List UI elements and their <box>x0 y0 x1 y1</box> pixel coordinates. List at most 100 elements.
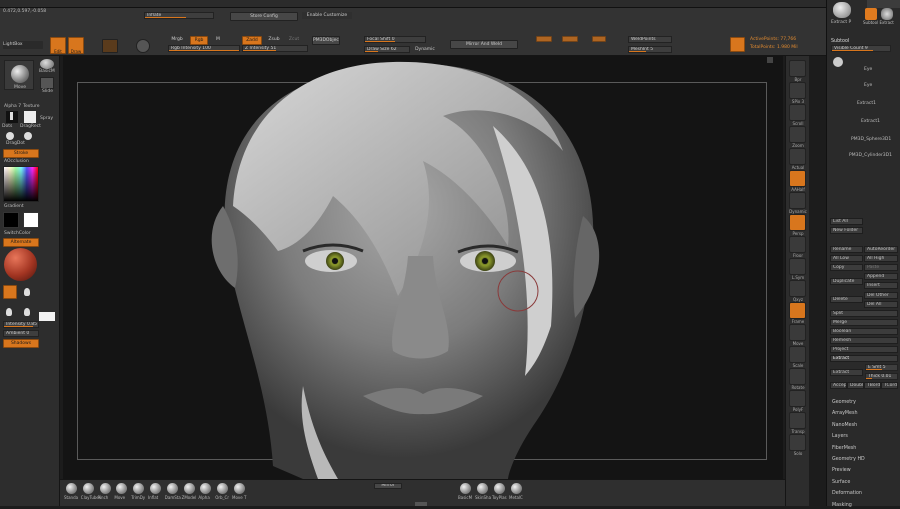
meshint-slider[interactable]: MeshInt 5 <box>628 46 672 53</box>
shelf-l-sym-button[interactable] <box>789 258 806 275</box>
visible-count-slider[interactable]: Visible Count 9 <box>831 45 891 52</box>
mrgb-button[interactable]: Mrgb <box>168 36 186 43</box>
paste-button[interactable]: Paste <box>864 264 898 271</box>
shelf-zoom-button[interactable] <box>789 126 806 143</box>
shelf-persp-button[interactable] <box>789 214 806 231</box>
remesh-menu[interactable]: Remesh <box>830 337 898 344</box>
extract-button[interactable]: Extract <box>830 369 863 376</box>
snap-toggle[interactable] <box>592 36 606 42</box>
subtool-extract-icon[interactable] <box>865 8 877 20</box>
drag-icon[interactable] <box>24 132 32 140</box>
tool-thumbnail-icon[interactable] <box>833 2 851 18</box>
accept-button[interactable]: Accept <box>830 382 847 389</box>
new-folder-button[interactable]: New Folder <box>830 227 863 234</box>
subtool-list[interactable]: Eye Eye Extract1 Extract1 PM3D_Sphere3D1… <box>831 55 897 170</box>
transpose-toggle[interactable] <box>562 36 578 42</box>
thick-slider[interactable]: Thick 0.01 <box>865 373 898 380</box>
extract-menu[interactable]: Extract <box>830 355 898 362</box>
zcut-button[interactable]: Zcut <box>285 36 303 43</box>
brush-damsta-icon[interactable] <box>166 483 178 494</box>
brush-inflat-icon[interactable] <box>150 483 161 494</box>
shelf-frame-button[interactable] <box>789 302 806 319</box>
material-toyplas-icon[interactable] <box>494 483 505 494</box>
light-bulb-icon[interactable] <box>3 285 17 299</box>
ambient-slider[interactable]: Ambient 0 <box>3 330 39 337</box>
edit-mode-button[interactable]: Edit <box>50 37 66 54</box>
all-high-button[interactable]: All High <box>864 255 898 262</box>
shadows-button[interactable]: Shadows <box>3 339 39 348</box>
rgb-button[interactable]: Rgb <box>190 36 208 45</box>
shelf-qxyz-button[interactable] <box>789 280 806 297</box>
dynamic-button[interactable]: Dynamic <box>412 46 438 53</box>
brush-alpha-icon[interactable] <box>200 483 212 494</box>
delete-button[interactable]: Delete <box>830 296 863 303</box>
auto-reorder-button[interactable]: AutoReorder <box>864 246 898 253</box>
material-basicm-icon[interactable] <box>460 483 471 494</box>
alpha-slot[interactable] <box>6 111 18 123</box>
section-geometry[interactable]: Geometry <box>832 399 856 406</box>
section-masking[interactable]: Masking <box>832 502 852 509</box>
lightbox-button[interactable]: LightBox <box>3 41 43 49</box>
z-intensity-slider[interactable]: Z Intensity 51 <box>242 45 308 52</box>
material-sphere[interactable] <box>4 248 37 281</box>
shelf-aahalf-button[interactable] <box>789 170 806 187</box>
rgb-intensity-slider[interactable]: Rgb Intensity 100 <box>168 45 240 52</box>
rename-button[interactable]: Rename <box>830 246 863 253</box>
split-menu[interactable]: Split <box>830 310 898 317</box>
scale-icon[interactable] <box>136 39 150 53</box>
m-button[interactable]: M <box>212 36 224 43</box>
shelf-floor-button[interactable] <box>789 236 806 253</box>
color-picker[interactable] <box>3 166 39 202</box>
focal-shift-slider[interactable]: Focal Shift 0 <box>364 36 426 43</box>
scroll-handle[interactable] <box>415 502 427 506</box>
slide-icon[interactable] <box>40 77 54 89</box>
insert-button[interactable]: Insert <box>864 282 898 289</box>
shelf-scroll-button[interactable] <box>789 104 806 121</box>
tcorder-button[interactable]: TCorder <box>881 382 898 389</box>
brush-pinch-icon[interactable] <box>99 483 111 494</box>
duplicate-button[interactable]: Duplicate <box>830 278 863 285</box>
shelf-scale-button[interactable] <box>789 346 806 363</box>
primary-color-swatch[interactable] <box>23 212 39 228</box>
section-fibermesh[interactable]: FiberMesh <box>832 445 856 452</box>
section-deformation[interactable]: Deformation <box>832 490 862 497</box>
section-preview[interactable]: Preview <box>832 467 851 474</box>
section-surface[interactable]: Surface <box>832 479 850 486</box>
inflate-slider[interactable]: Inflate <box>144 12 214 19</box>
light-intensity-slider[interactable]: Intensity 0.85 <box>3 321 39 328</box>
mirror-weld-button[interactable]: Mirror And Weld <box>450 40 518 49</box>
brush-move-icon[interactable] <box>116 483 128 494</box>
del-all-button[interactable]: Del All <box>864 301 898 308</box>
shelf-transp-button[interactable] <box>789 412 806 429</box>
section-arraymesh[interactable]: ArrayMesh <box>832 410 858 417</box>
shelf-polyf-button[interactable] <box>789 390 806 407</box>
section-layers[interactable]: Layers <box>832 433 848 440</box>
material-metalc-icon[interactable] <box>511 483 522 494</box>
shelf-rotate-button[interactable] <box>789 368 806 385</box>
light-icon[interactable] <box>24 288 30 296</box>
move-mode-button[interactable] <box>102 39 118 53</box>
light-icon-2[interactable] <box>6 308 12 316</box>
brush-move-t-icon[interactable] <box>234 483 245 494</box>
weld-points-slider[interactable]: WeldPoints <box>628 36 672 43</box>
copy-button[interactable]: Copy <box>830 264 863 271</box>
project-menu[interactable]: Project <box>830 346 898 353</box>
shelf-spix-3-button[interactable] <box>789 82 806 99</box>
light-color-swatch[interactable] <box>39 312 55 321</box>
shelf-bpr-button[interactable] <box>789 60 806 77</box>
gizmo-toggle[interactable] <box>536 36 552 42</box>
section-nanomesh[interactable]: NanoMesh <box>832 422 857 429</box>
enable-customize-button[interactable]: Enable Customize <box>302 12 352 19</box>
brush-slot[interactable]: Move <box>4 60 34 90</box>
tborder-button[interactable]: TBorder <box>864 382 881 389</box>
del-other-button[interactable]: Del Other <box>864 292 898 299</box>
shelf-solo-button[interactable] <box>789 434 806 451</box>
basic-material-icon[interactable] <box>40 59 54 69</box>
draw-size-slider[interactable]: Draw Size 62 <box>364 46 410 53</box>
shelf-move-button[interactable] <box>789 324 806 341</box>
brush-trimdy-icon[interactable] <box>133 483 145 494</box>
shelf-dynamic-button[interactable] <box>789 192 806 209</box>
extract-thumbnail-icon[interactable] <box>881 8 893 20</box>
draw-mode-button[interactable]: Draw <box>68 37 84 54</box>
list-all-button[interactable]: List All <box>830 218 863 225</box>
